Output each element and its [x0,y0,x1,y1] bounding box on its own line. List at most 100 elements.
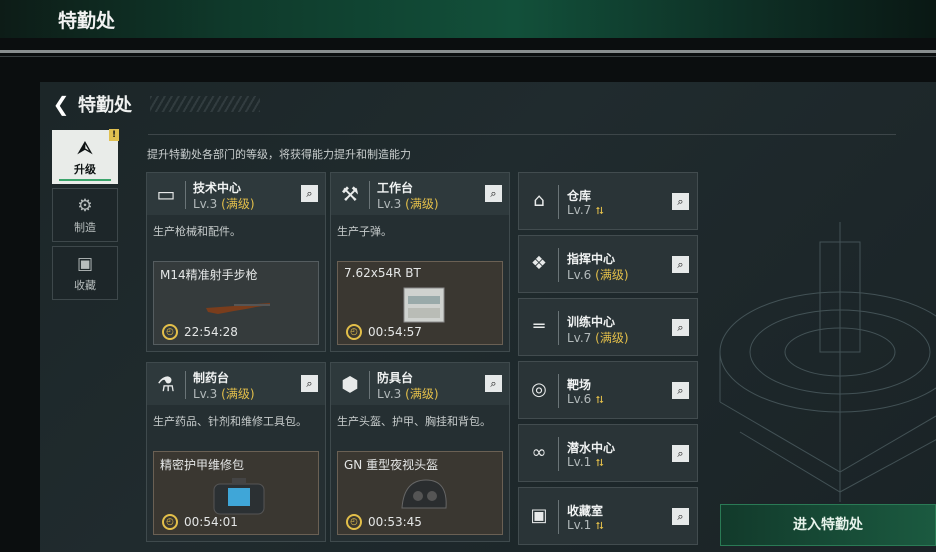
facility-level: Lv.6 ⮁ [567,392,603,406]
card-header: ▭ 技术中心 Lv.3 (满级) ⌕ [147,173,325,215]
armor-icon: ⬢ [341,372,359,396]
diving-mask-icon: ∞ [531,442,547,463]
facility-description: 生产子弹。 [337,225,392,238]
divider [558,374,559,408]
craft-slot[interactable]: 7.62x54R BT ◴ 00:54:57 [337,261,503,345]
search-icon[interactable]: ⌕ [672,256,689,273]
facility-description: 生产枪械和配件。 [153,225,241,238]
facility-collection-room[interactable]: ▣ 收藏室 Lv.1 ⮁ ⌕ [518,487,698,545]
search-icon[interactable]: ⌕ [672,382,689,399]
level-text: Lv.3 [377,387,402,401]
facility-shooting-range[interactable]: ◎ 靶场 Lv.6 ⮁ ⌕ [518,361,698,419]
divider [369,371,370,399]
max-level-text: (满级) [595,268,629,282]
upgrade-arrow-icon: ⮁ [595,395,604,406]
divider [185,181,186,209]
level-text: Lv.3 [193,197,218,211]
microscope-icon: ⚗ [157,372,175,396]
level-text: Lv.3 [377,197,402,211]
facility-card-workbench[interactable]: ⚒ 工作台 Lv.3 (满级) ⌕ 生产子弹。 7.62x54R BT ◴ 00… [330,172,510,352]
tools-icon: ⚒ [341,182,359,206]
craft-slot[interactable]: 精密护甲维修包 ◴ 00:54:01 [153,451,319,535]
facility-card-tech-center[interactable]: ▭ 技术中心 Lv.3 (满级) ⌕ 生产枪械和配件。 M14精准射手步枪 ◴ … [146,172,326,352]
rifle-image [206,303,270,314]
facility-warehouse[interactable]: ⌂ 仓库 Lv.7 ⮁ ⌕ [518,172,698,230]
level-text: Lv.7 [567,203,592,217]
upgrade-arrow-icon: ⮁ [595,458,604,469]
facility-name: 仓库 [567,189,592,203]
top-bar: 特勤处 [0,0,936,38]
nav-label: 收藏 [74,278,96,292]
facility-diving-center[interactable]: ∞ 潜水中心 Lv.1 ⮁ ⌕ [518,424,698,482]
facility-level: Lv.1 ⮁ [567,455,603,469]
facility-name: 防具台 [377,371,414,385]
card-header: ⚗ 制药台 Lv.3 (满级) ⌕ [147,363,325,405]
facility-card-pharmacy[interactable]: ⚗ 制药台 Lv.3 (满级) ⌕ 生产药品、针剂和维修工具包。 精密护甲维修包… [146,362,326,542]
max-level-text: (满级) [405,387,439,401]
facility-level: Lv.7 (满级) [567,329,629,346]
upgrade-arrow-icon: ⮁ [595,206,604,217]
divider [0,56,936,57]
nav-label: 制造 [74,220,96,234]
enter-special-ops-button[interactable]: 进入特勤处 [720,504,936,546]
search-icon[interactable]: ⌕ [672,445,689,462]
facility-level: Lv.1 ⮁ [567,518,603,532]
facility-blueprint-graphic [719,222,936,502]
search-icon[interactable]: ⌕ [301,185,318,202]
divider [369,181,370,209]
craft-slot[interactable]: M14精准射手步枪 ◴ 22:54:28 [153,261,319,345]
helmet-image [401,479,447,509]
max-level-text: (满级) [221,197,255,211]
divider [558,311,559,345]
back-icon[interactable]: ❮ [52,92,70,116]
top-title: 特勤处 [58,10,116,32]
divider [0,50,936,53]
facility-level: Lv.3 (满级) [193,385,255,402]
craft-item-name: M14精准射手步枪 [160,268,258,282]
search-icon[interactable]: ⌕ [672,319,689,336]
nav-craft-tab[interactable]: ⚙ 制造 [52,188,118,242]
level-text: Lv.7 [567,331,592,345]
search-icon[interactable]: ⌕ [485,185,502,202]
search-icon[interactable]: ⌕ [485,375,502,392]
upgrade-icon: ⮙ [77,137,93,158]
craft-timer: 00:53:45 [368,515,422,529]
facility-card-armor-bench[interactable]: ⬢ 防具台 Lv.3 (满级) ⌕ 生产头盔、护甲、胸挂和背包。 GN 重型夜视… [330,362,510,542]
alert-badge: ! [109,129,119,141]
nav-label: 升级 [74,162,96,176]
craft-slot[interactable]: GN 重型夜视头盔 ◴ 00:53:45 [337,451,503,535]
monitor-icon: ▭ [156,182,176,206]
page-title: 特勤处 [78,95,132,116]
facility-command-center[interactable]: ❖ 指挥中心 Lv.6 (满级) ⌕ [518,235,698,293]
search-icon[interactable]: ⌕ [672,508,689,525]
timer-icon: ◴ [346,514,362,530]
nav-collection-tab[interactable]: ▣ 收藏 [52,246,118,300]
level-text: Lv.6 [567,268,592,282]
upgrade-arrow-icon: ⮁ [595,521,604,532]
facility-description: 生产头盔、护甲、胸挂和背包。 [337,415,491,428]
craft-timer: 00:54:01 [184,515,238,529]
collection-room-icon: ▣ [530,505,548,526]
max-level-text: (满级) [595,331,629,345]
level-text: Lv.1 [567,455,592,469]
timer-icon: ◴ [162,324,178,340]
side-nav: ⮙ 升级 ! ⚙ 制造 ▣ 收藏 [52,129,119,304]
timer-icon: ◴ [346,324,362,340]
warehouse-icon: ⌂ [533,190,545,211]
level-text: Lv.6 [567,392,592,406]
divider [558,500,559,534]
max-level-text: (满级) [221,387,255,401]
facility-description: 生产药品、针剂和维修工具包。 [153,415,307,428]
repair-kit-image [213,478,265,515]
nav-upgrade-tab[interactable]: ⮙ 升级 ! [52,129,119,184]
craft-timer: 22:54:28 [184,325,238,339]
search-icon[interactable]: ⌕ [672,193,689,210]
facility-level: Lv.3 (满级) [377,195,439,212]
command-icon: ❖ [530,253,548,274]
facility-level: Lv.7 ⮁ [567,203,603,217]
craft-item-name: 7.62x54R BT [344,266,421,280]
facility-name: 技术中心 [193,181,242,195]
search-icon[interactable]: ⌕ [301,375,318,392]
facility-training-center[interactable]: ═ 训练中心 Lv.7 (满级) ⌕ [518,298,698,356]
divider [558,437,559,471]
